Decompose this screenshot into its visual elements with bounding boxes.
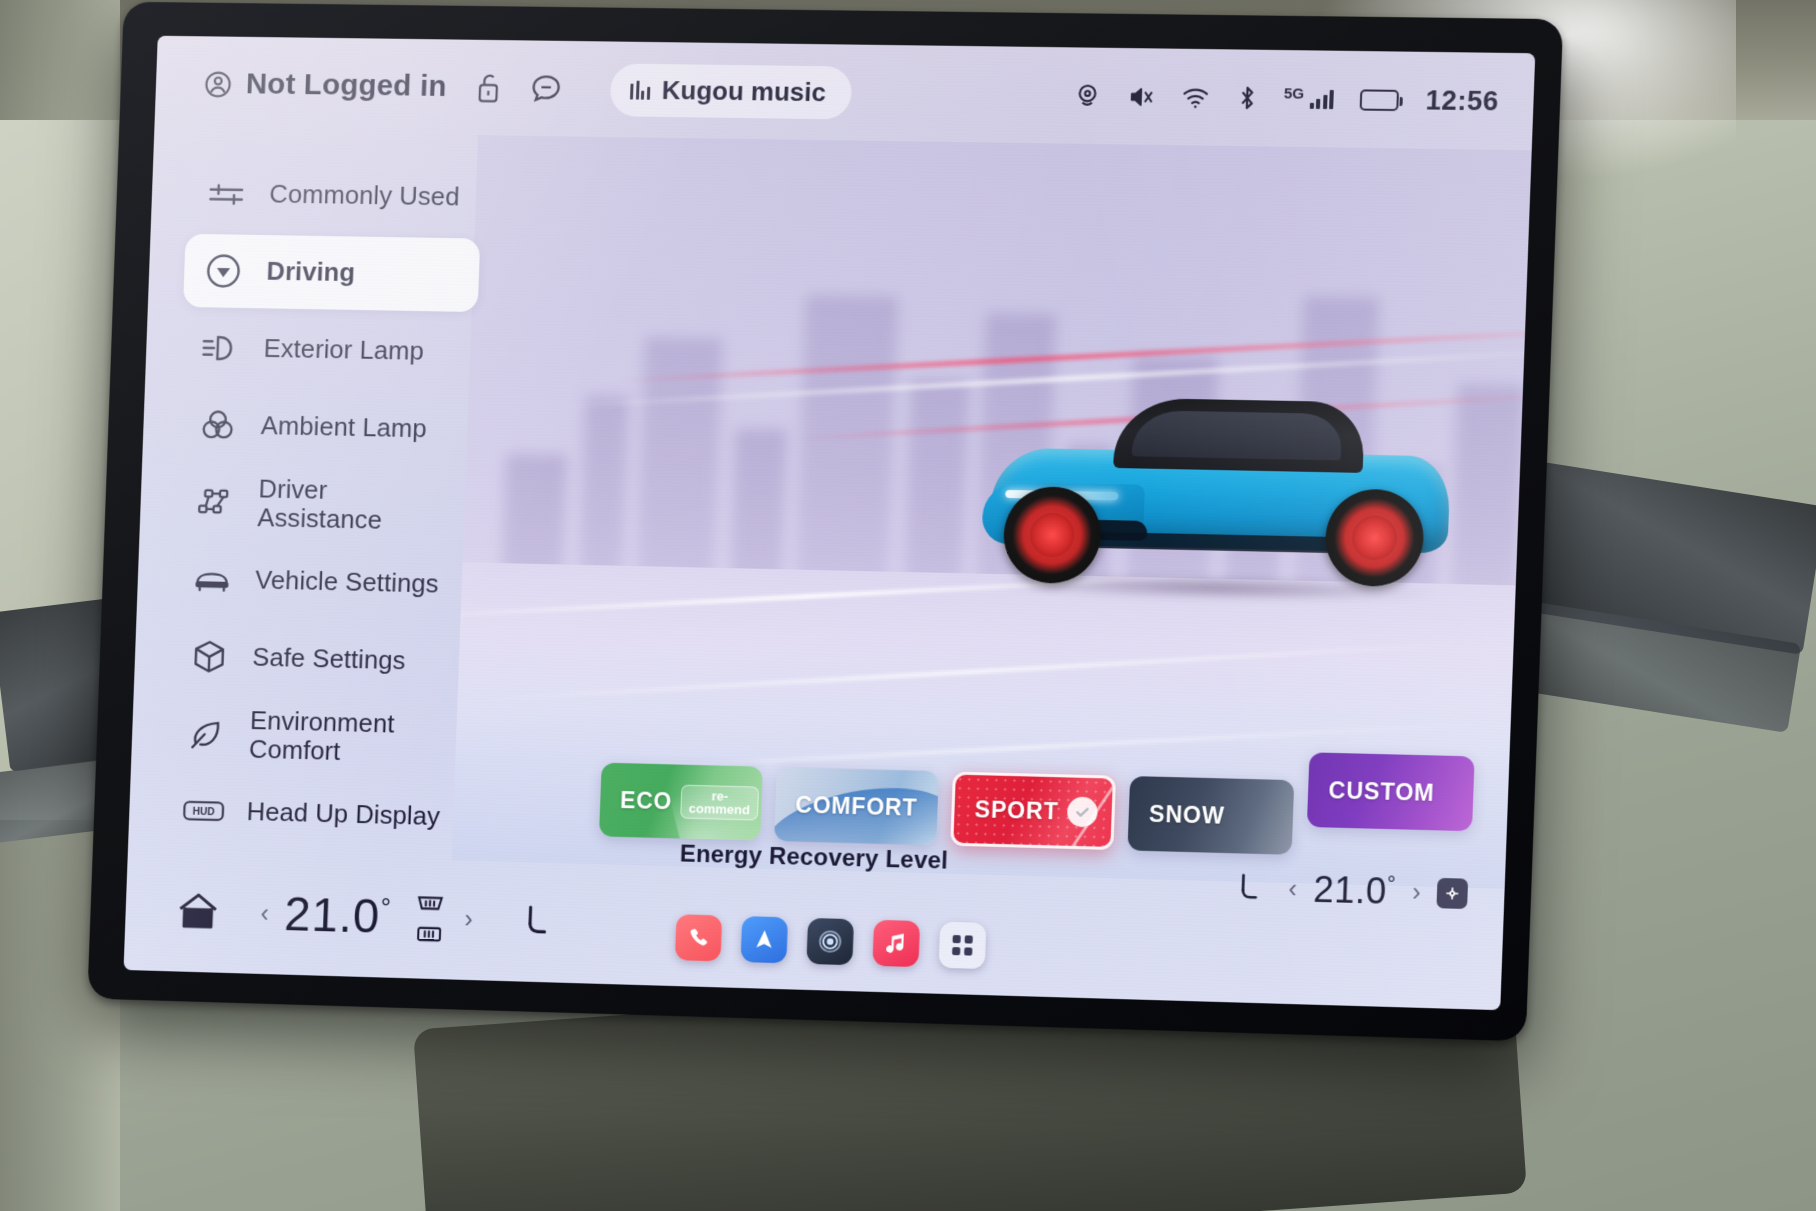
chassis-icon xyxy=(193,480,238,524)
sidebar-item-label: Head Up Display xyxy=(246,796,441,832)
driver-climate-cluster: ‹ 21.0° › xyxy=(260,885,561,950)
leaf-icon xyxy=(184,712,229,757)
clock-label: 12:56 xyxy=(1425,84,1500,116)
sidebar-item-label: Environment Comfort xyxy=(248,705,396,766)
drive-mode-label: SPORT xyxy=(974,795,1059,824)
sidebar-item-label: Driving xyxy=(266,256,356,288)
drive-mode-eco[interactable]: ECO re- commend xyxy=(598,762,763,841)
recommend-badge: re- commend xyxy=(680,784,759,821)
account-status-label: Not Logged in xyxy=(245,67,448,103)
sidebar-item-head-up-display[interactable]: HUD Head Up Display xyxy=(163,773,460,854)
drive-mode-label: CUSTOM xyxy=(1328,776,1436,806)
sidebar-item-label: Exterior Lamp xyxy=(263,333,425,367)
wifi-icon[interactable] xyxy=(1180,84,1211,111)
unlock-icon[interactable] xyxy=(472,71,505,105)
user-circle-icon xyxy=(202,68,233,99)
vehicle-glass xyxy=(1131,410,1343,461)
sidebar-item-label: Ambient Lamp xyxy=(260,410,428,444)
venn-circles-icon xyxy=(195,403,240,447)
account-login-button[interactable]: Not Logged in xyxy=(202,67,447,104)
sliders-icon xyxy=(204,172,249,216)
drive-mode-label: COMFORT xyxy=(794,791,918,821)
cellular-signal-icon xyxy=(1309,89,1335,110)
drive-mode-snow[interactable]: SNOW xyxy=(1127,776,1295,855)
sidebar-item-environment-comfort[interactable]: Environment Comfort xyxy=(166,696,463,777)
sidebar-item-driver-assistance[interactable]: Driver Assistance xyxy=(175,465,472,544)
dock-app-phone[interactable] xyxy=(674,914,723,962)
driver-temp-number: 21.0 xyxy=(283,887,382,944)
defrost-controls xyxy=(410,889,450,947)
front-defrost-icon[interactable] xyxy=(411,889,449,916)
home-icon[interactable] xyxy=(170,883,227,940)
status-bar-left: Not Logged in Kugou music xyxy=(202,58,853,120)
sidebar-item-label: Safe Settings xyxy=(251,642,407,676)
drive-mode-label: SNOW xyxy=(1148,800,1226,829)
steering-circle-icon xyxy=(201,249,246,293)
drive-mode-comfort[interactable]: COMFORT xyxy=(774,767,939,846)
dock-app-voice-assistant[interactable] xyxy=(806,917,855,966)
infotainment-screen: Not Logged in Kugou music 5G 12:56 Commo… xyxy=(123,35,1536,1011)
recommend-badge-line2: commend xyxy=(688,800,751,818)
sidebar-item-safe-settings[interactable]: Safe Settings xyxy=(169,619,466,699)
drive-mode-label: ECO xyxy=(619,786,673,814)
status-bar-right: 5G 12:56 xyxy=(1074,80,1500,117)
sidebar-item-driving[interactable]: Driving xyxy=(183,233,481,313)
driver-seat-icon[interactable] xyxy=(515,899,560,944)
rear-defrost-icon[interactable] xyxy=(410,920,448,947)
drive-mode-sport[interactable]: SPORT xyxy=(950,771,1117,851)
grid-apps-icon xyxy=(952,935,973,956)
driver-temperature-value: 21.0° xyxy=(284,887,393,945)
infotainment-display-bezel: Not Logged in Kugou music 5G 12:56 Commo… xyxy=(87,1,1564,1042)
car-front-icon xyxy=(190,557,235,601)
interior-photo-scene: Not Logged in Kugou music 5G 12:56 Commo… xyxy=(0,0,1816,1211)
cube-icon xyxy=(187,634,232,679)
sidebar-item-label: Commonly Used xyxy=(268,179,461,212)
mute-icon[interactable] xyxy=(1126,83,1154,110)
battery-icon xyxy=(1360,88,1400,111)
sidebar-item-exterior-lamp[interactable]: Exterior Lamp xyxy=(180,311,477,390)
media-title-label: Kugou music xyxy=(661,74,827,107)
network-type-label: 5G xyxy=(1283,84,1305,103)
headlight-icon xyxy=(198,326,243,370)
svg-text:HUD: HUD xyxy=(192,807,215,819)
sidebar-item-vehicle-settings[interactable]: Vehicle Settings xyxy=(172,542,469,622)
status-bar: Not Logged in Kugou music 5G 12:56 xyxy=(154,36,1535,151)
dock-app-navigation[interactable] xyxy=(740,916,789,964)
dock-app-music[interactable] xyxy=(872,919,921,968)
drive-mode-custom[interactable]: CUSTOM xyxy=(1306,752,1475,832)
equalizer-icon xyxy=(630,80,651,100)
hud-icon: HUD xyxy=(181,789,226,834)
sidebar-item-label: Driver Assistance xyxy=(256,473,383,535)
sidebar-item-ambient-lamp[interactable]: Ambient Lamp xyxy=(177,388,474,467)
dock-app-all-apps[interactable] xyxy=(938,921,987,970)
driver-temp-increase-button[interactable]: › xyxy=(464,905,473,934)
vehicle-rear-wheel xyxy=(1323,488,1426,588)
bluetooth-icon[interactable] xyxy=(1236,84,1257,112)
media-now-playing-chip[interactable]: Kugou music xyxy=(609,62,853,120)
vehicle-front-wheel xyxy=(1002,485,1103,585)
vehicle-render xyxy=(980,389,1464,604)
sidebar-item-commonly-used[interactable]: Commonly Used xyxy=(186,157,483,235)
sidebar-item-label: Vehicle Settings xyxy=(254,565,440,599)
camera-icon[interactable] xyxy=(1074,82,1101,110)
message-minus-icon[interactable] xyxy=(529,71,564,105)
driver-temp-decrease-button[interactable]: ‹ xyxy=(260,899,269,928)
driver-temp-degree: ° xyxy=(380,891,393,922)
app-dock xyxy=(674,914,987,970)
settings-sidebar: Commonly Used Driving Exterior Lamp Ambi… xyxy=(128,140,498,860)
